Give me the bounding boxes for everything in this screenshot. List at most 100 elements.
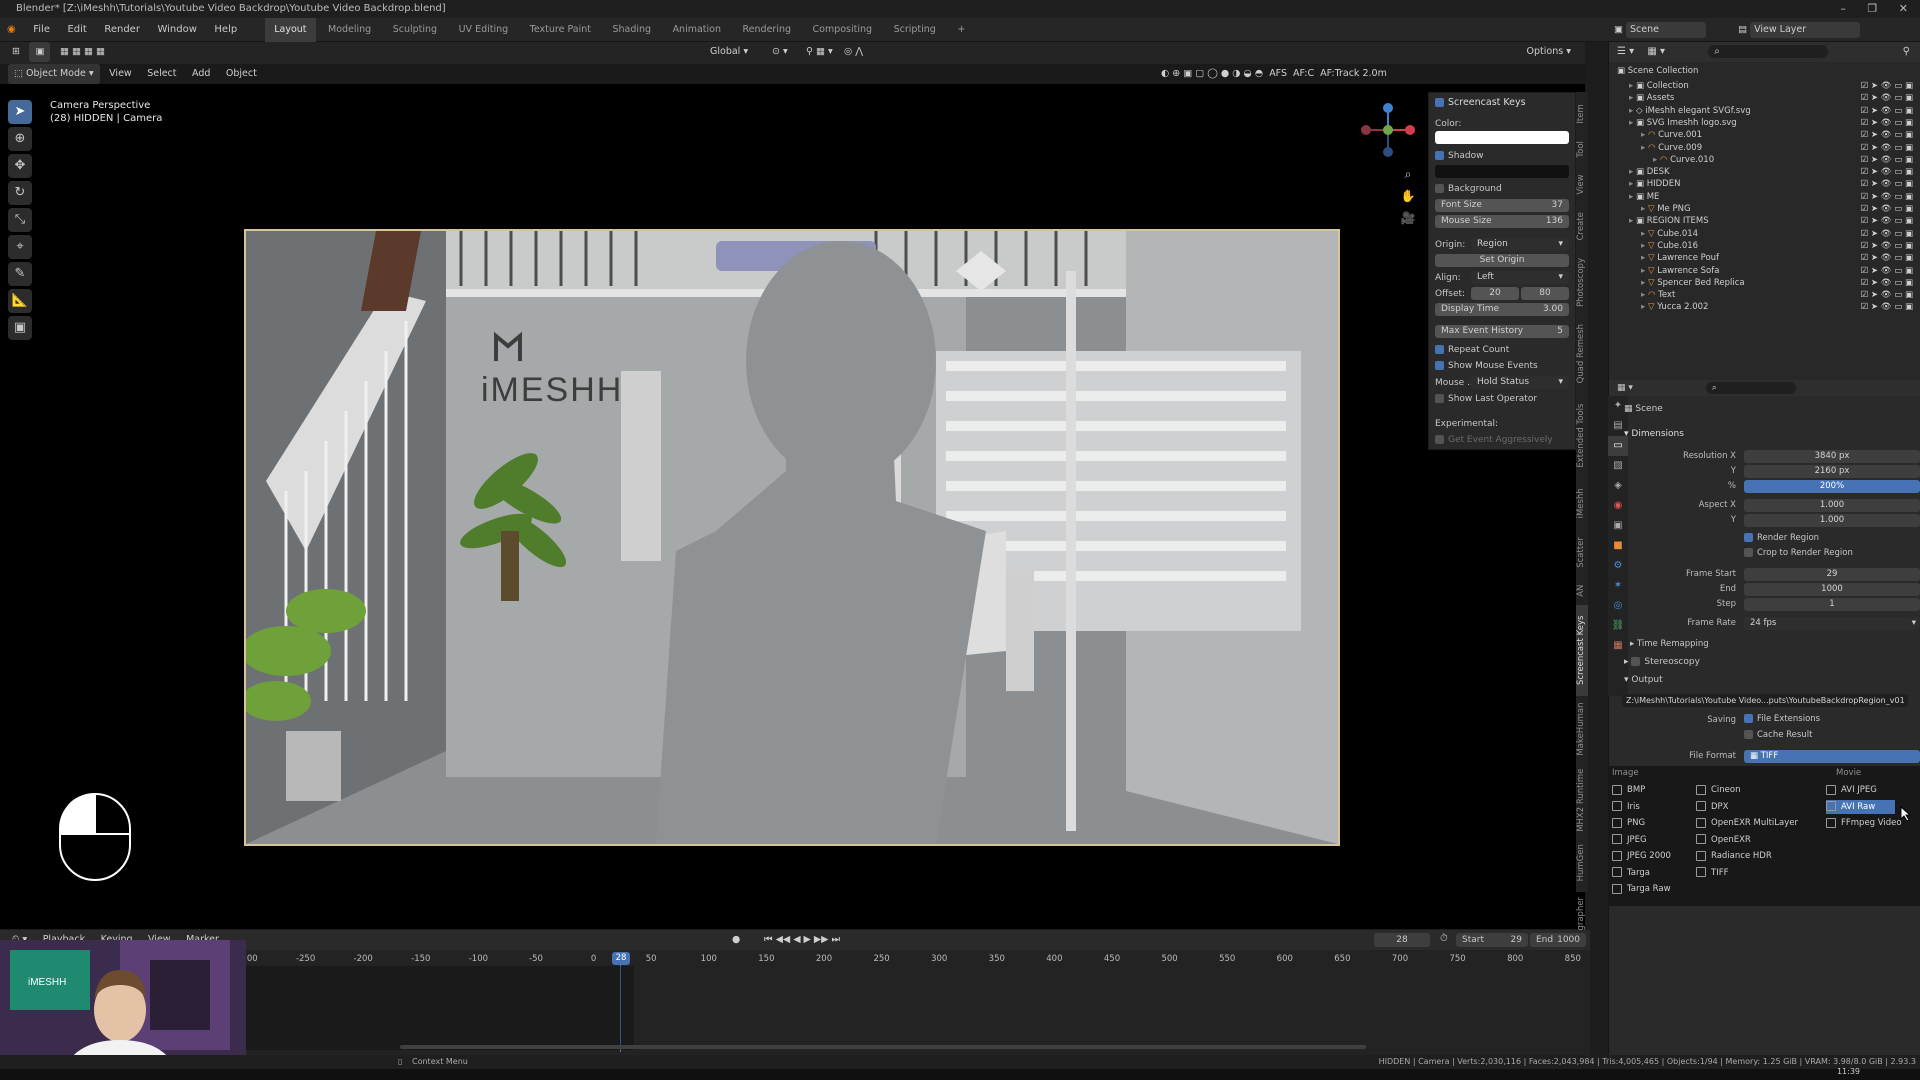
filter-icon[interactable]: ⚲ <box>1903 42 1910 62</box>
constraints-tab-icon[interactable]: ⛓ <box>1608 616 1628 636</box>
proportional-edit-icon[interactable]: ◎ ⋀ <box>838 42 869 62</box>
sidebar-tab[interactable]: View <box>1576 169 1588 201</box>
origin-dropdown[interactable]: Region ▾ <box>1471 238 1569 251</box>
menu-window[interactable]: Window <box>150 18 203 42</box>
tab-shading[interactable]: Shading <box>603 18 660 42</box>
particles-tab-icon[interactable]: ✶ <box>1608 576 1628 596</box>
color-swatch[interactable] <box>1435 131 1569 144</box>
frame-start-field[interactable]: 29 <box>1744 568 1920 581</box>
sidebar-tab[interactable]: HumGen <box>1576 842 1588 884</box>
timeline-scrollbar[interactable] <box>400 1045 1366 1049</box>
file-format-option[interactable]: BMP <box>1612 783 1645 797</box>
font-size-field[interactable]: Font Size 37 <box>1435 199 1569 212</box>
scene-tab-icon[interactable]: ◈ <box>1608 476 1628 496</box>
offset-y-field[interactable]: 80 <box>1521 287 1569 300</box>
object-mode-dropdown[interactable]: ⬚ Object Mode ▾ <box>8 64 100 84</box>
menu-select[interactable]: Select <box>141 64 182 84</box>
tab-modeling[interactable]: Modeling <box>319 18 380 42</box>
sidebar-tab[interactable]: Quad Remesh <box>1576 319 1588 388</box>
show-last-operator-checkbox[interactable]: Show Last Operator <box>1435 392 1569 406</box>
file-format-dropdown[interactable]: ▦ TIFF <box>1744 750 1920 763</box>
sidebar-tab[interactable]: Screencast Keys <box>1576 605 1588 697</box>
cache-result-checkbox[interactable]: Cache Result <box>1744 730 1812 740</box>
resolution-x-field[interactable]: 3840 px <box>1744 450 1920 463</box>
select-box-icon[interactable]: ▣ <box>29 42 51 62</box>
sidebar-tab[interactable]: MHX2 Runtime <box>1576 763 1588 838</box>
expand-arrow-icon[interactable]: ▸ <box>1641 290 1648 300</box>
mouse-dropdown[interactable]: Hold Status ▾ <box>1471 376 1569 389</box>
aspect-x-field[interactable]: 1.000 <box>1744 499 1920 512</box>
collection-tab-icon[interactable]: ▣ <box>1608 516 1628 536</box>
options-dropdown[interactable]: Options ▾ <box>1521 42 1577 62</box>
measure-tool-icon[interactable]: 📐 <box>8 289 32 313</box>
tab-sculpting[interactable]: Sculpting <box>384 18 446 42</box>
resolution-y-field[interactable]: 2160 px <box>1744 465 1920 478</box>
close-icon[interactable]: ✕ <box>1899 2 1908 15</box>
transform-orientation[interactable]: Global ▾ <box>704 42 754 62</box>
sidebar-tab[interactable]: MakeHuman <box>1576 700 1588 759</box>
expand-arrow-icon[interactable]: ▸ <box>1629 216 1636 226</box>
camera-view-icon[interactable]: 🎥 <box>1400 207 1416 229</box>
playhead-frame[interactable]: 28 <box>612 952 630 965</box>
file-format-option[interactable]: Targa Raw <box>1612 882 1671 896</box>
expand-arrow-icon[interactable]: ▸ <box>1641 204 1648 214</box>
panel-header[interactable]: Screencast Keys <box>1435 96 1569 110</box>
expand-arrow-icon[interactable]: ▸ <box>1641 266 1648 276</box>
menu-view[interactable]: View <box>103 64 138 84</box>
select-mode-icons[interactable]: ▦ ▦ ▦ ▦ <box>54 42 111 62</box>
tab-texture-paint[interactable]: Texture Paint <box>521 18 600 42</box>
cursor-tool-icon[interactable]: ⊕ <box>8 127 32 151</box>
expand-arrow-icon[interactable]: ▸ <box>1629 106 1636 116</box>
sidebar-tab[interactable]: iMeshh <box>1576 482 1588 524</box>
data-tab-icon[interactable]: ▦ <box>1608 636 1628 656</box>
shadow-checkbox[interactable]: Shadow <box>1435 149 1569 163</box>
tab-compositing[interactable]: Compositing <box>804 18 882 42</box>
file-format-option[interactable]: Iris <box>1612 800 1640 814</box>
move-tool-icon[interactable]: ✥ <box>8 154 32 178</box>
expand-arrow-icon[interactable]: ▸ <box>1641 143 1648 153</box>
outliner-type-icon[interactable]: ☰ ▾ <box>1617 46 1634 57</box>
tab-scripting[interactable]: Scripting <box>885 18 945 42</box>
playback-controls[interactable]: ⏮ ◀◀ ◀ ▶ ▶▶ ⏭ <box>758 930 846 950</box>
frame-rate-dropdown[interactable]: 24 fps ▾ <box>1744 617 1920 630</box>
annotate-tool-icon[interactable]: ✎ <box>8 262 32 286</box>
properties-type-icon[interactable]: ▦ ▾ <box>1617 383 1633 393</box>
sidebar-tab[interactable]: Item <box>1576 98 1588 130</box>
file-format-option[interactable]: JPEG <box>1612 833 1647 847</box>
minimize-icon[interactable]: – <box>1840 2 1846 15</box>
output-panel-header[interactable]: ▾ Output <box>1624 675 1663 685</box>
show-mouse-events-checkbox[interactable]: Show Mouse Events <box>1435 359 1569 373</box>
file-format-option[interactable]: AVI Raw <box>1826 799 1896 814</box>
start-frame-field[interactable]: Start 29 <box>1456 933 1528 947</box>
scale-tool-icon[interactable]: ⤡ <box>8 208 32 232</box>
expand-arrow-icon[interactable]: ▸ <box>1641 278 1648 288</box>
outliner-row[interactable]: ▸ ▽ Yucca 2.002 ☑ ➤ 👁 ▭ ▣ <box>1609 300 1920 315</box>
tab-uv-editing[interactable]: UV Editing <box>450 18 518 42</box>
add-cube-tool-icon[interactable]: ▣ <box>8 316 32 340</box>
expand-arrow-icon[interactable]: ▸ <box>1629 167 1636 177</box>
scene-collection-row[interactable]: ▣ Scene Collection <box>1609 64 1920 79</box>
time-remapping-subpanel[interactable]: ▸ Time Remapping <box>1630 639 1709 649</box>
sidebar-tab[interactable]: Photoscopy <box>1576 251 1588 315</box>
physics-tab-icon[interactable]: ◎ <box>1608 596 1628 616</box>
snap-icon[interactable]: ⚲ ▦ ▾ <box>800 42 839 62</box>
expand-arrow-icon[interactable]: ▸ <box>1653 155 1660 165</box>
select-tool-icon[interactable]: ➤ <box>8 100 32 124</box>
modifier-tab-icon[interactable]: ⚙ <box>1608 556 1628 576</box>
sidebar-tab[interactable]: Extended Tools <box>1576 393 1588 479</box>
menu-help[interactable]: Help <box>207 18 244 42</box>
offset-x-field[interactable]: 20 <box>1471 287 1519 300</box>
sidebar-tab[interactable]: Scatter <box>1576 529 1588 577</box>
maximize-icon[interactable]: ❐ <box>1867 2 1877 15</box>
file-format-option[interactable]: OpenEXR <box>1696 833 1751 847</box>
tab-animation[interactable]: Animation <box>664 18 730 42</box>
file-format-option[interactable]: Radiance HDR <box>1696 849 1772 863</box>
scene-selector[interactable]: Scene <box>1626 22 1707 38</box>
add-workspace-icon[interactable]: + <box>948 18 974 42</box>
set-origin-button[interactable]: Set Origin <box>1435 254 1569 267</box>
transform-tool-icon[interactable]: ⌖ <box>8 235 32 259</box>
display-mode-icon[interactable]: ▦ ▾ <box>1647 46 1665 57</box>
frame-step-field[interactable]: 1 <box>1744 598 1920 611</box>
menu-add[interactable]: Add <box>186 64 216 84</box>
expand-arrow-icon[interactable]: ▸ <box>1641 241 1648 251</box>
